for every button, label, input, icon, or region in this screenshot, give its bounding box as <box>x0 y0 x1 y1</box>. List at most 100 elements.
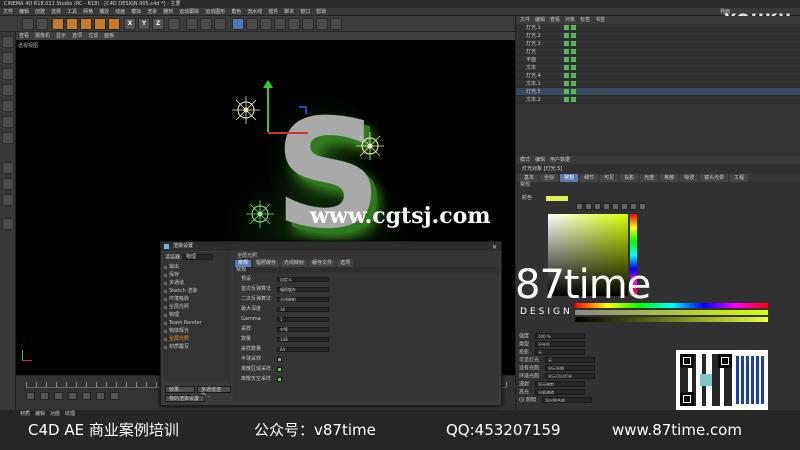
menu-item[interactable]: 文件 <box>0 8 16 15</box>
z-axis-handle[interactable] <box>299 106 307 114</box>
rotate-tool-icon[interactable] <box>94 18 106 30</box>
rgb-icon[interactable] <box>603 203 610 210</box>
select-tool-icon[interactable] <box>52 18 64 30</box>
move-tool-icon[interactable] <box>66 18 78 30</box>
axis-mode-icon[interactable] <box>2 178 14 190</box>
object-row[interactable]: 文本.1 <box>516 80 800 88</box>
object-row[interactable]: 灯光 <box>516 48 800 56</box>
gi-setting-checkbox[interactable] <box>277 357 282 362</box>
omni-light-icon[interactable] <box>356 132 384 160</box>
menu-item[interactable]: 运动跟踪 <box>176 8 202 15</box>
redo-icon[interactable] <box>36 18 48 30</box>
setting-field[interactable]: 100 % <box>535 333 586 339</box>
render-check-icon[interactable] <box>571 49 576 54</box>
viewport-menu-item[interactable]: 显示 <box>53 32 69 40</box>
gi-setting-field[interactable]: 中等 <box>277 327 329 332</box>
menu-item[interactable]: 流水线 <box>244 8 265 15</box>
render-check-icon[interactable] <box>571 25 576 30</box>
gi-setting-checkbox[interactable] <box>277 377 282 382</box>
coordinate-system-icon[interactable] <box>168 18 180 30</box>
menu-item[interactable]: 渲染 <box>144 8 160 15</box>
viewport-menu-item[interactable]: 选项 <box>69 32 85 40</box>
y-axis-handle[interactable] <box>267 82 269 132</box>
scale-tool-icon[interactable] <box>80 18 92 30</box>
viewport-menu-item[interactable]: 摄像机 <box>32 32 53 40</box>
render-picture-viewer-icon[interactable] <box>200 18 212 30</box>
attribute-subtab[interactable]: 常规 <box>560 174 579 182</box>
gi-setting-field[interactable]: 光线映射 <box>277 297 329 302</box>
render-settings-item[interactable]: Sketch 渲染 <box>163 288 197 295</box>
swatches-icon[interactable] <box>639 203 646 210</box>
menu-item[interactable]: 网格 <box>80 8 96 15</box>
menu-item[interactable]: 角色 <box>228 8 244 15</box>
z-axis-lock-button[interactable]: Z <box>152 18 164 30</box>
viewport-menu-item[interactable]: 查看 <box>16 32 32 40</box>
pen-icon[interactable] <box>246 18 258 30</box>
omni-light-icon[interactable] <box>246 200 274 228</box>
gi-tab[interactable]: 缓存文件 <box>309 260 336 267</box>
gi-setting-field[interactable]: 64 <box>277 347 329 352</box>
render-check-icon[interactable] <box>571 57 576 62</box>
render-settings-item[interactable]: 全局光照 <box>163 304 189 311</box>
render-settings-item[interactable]: 物体辉光 <box>163 328 189 335</box>
attribute-subtab[interactable]: 可见 <box>600 174 619 182</box>
x-axis-handle[interactable] <box>268 132 308 134</box>
attribute-subtab[interactable]: 镜头光晕 <box>700 174 729 182</box>
visibility-check-icon[interactable] <box>564 49 569 54</box>
texture-mode-icon[interactable] <box>2 68 14 80</box>
hue-bar[interactable] <box>575 303 768 308</box>
workplane-icon[interactable] <box>2 84 14 96</box>
attribute-subtab[interactable]: 光度 <box>640 174 659 182</box>
gi-tab[interactable]: 辐照缓存 <box>253 260 280 267</box>
move-plus-icon[interactable] <box>108 18 120 30</box>
render-check-icon[interactable] <box>571 73 576 78</box>
object-menu-item[interactable]: 书签 <box>595 17 605 23</box>
material-tab[interactable]: 材质 <box>20 411 30 417</box>
render-check-icon[interactable] <box>571 81 576 86</box>
object-menu-item[interactable]: 编辑 <box>535 17 545 23</box>
deformer-icon[interactable] <box>288 18 300 30</box>
visibility-check-icon[interactable] <box>564 65 569 70</box>
object-row[interactable]: 灯光.4 <box>516 72 800 80</box>
play-icon[interactable] <box>53 392 63 400</box>
setting-field[interactable]: 显示光照 <box>545 365 596 371</box>
image-picker-icon[interactable] <box>594 203 601 210</box>
attribute-subtab[interactable]: 焦散 <box>660 174 679 182</box>
viewport-menu-item[interactable]: 过滤 <box>85 32 101 40</box>
object-menu-item[interactable]: 文件 <box>520 17 530 23</box>
object-row[interactable]: 灯光.2 <box>516 32 800 40</box>
edges-mode-icon[interactable] <box>2 116 14 128</box>
render-check-icon[interactable] <box>571 89 576 94</box>
render-settings-item[interactable]: 输出 <box>163 264 179 271</box>
gi-setting-field[interactable]: 辐照缓存 <box>277 287 329 292</box>
attribute-subtab[interactable]: 基本 <box>520 174 539 182</box>
preset-button[interactable]: 我的渲染设置 <box>165 395 205 402</box>
render-settings-icon[interactable] <box>214 18 226 30</box>
visibility-check-icon[interactable] <box>564 33 569 38</box>
array-icon[interactable] <box>274 18 286 30</box>
autokey-icon[interactable] <box>109 392 119 400</box>
goto-end-icon[interactable] <box>81 392 91 400</box>
undo-icon[interactable] <box>22 18 34 30</box>
setting-field[interactable]: 导出到合成 <box>541 397 592 403</box>
make-editable-icon[interactable] <box>2 36 14 48</box>
render-settings-item[interactable]: 物理 <box>163 312 179 319</box>
record-icon[interactable] <box>95 392 105 400</box>
render-check-icon[interactable] <box>571 33 576 38</box>
gi-setting-field[interactable]: 128 <box>277 337 329 342</box>
y-axis-lock-button[interactable]: Y <box>138 18 150 30</box>
cube-icon[interactable] <box>232 18 244 30</box>
gi-setting-field[interactable]: 自定义 <box>277 277 329 282</box>
value-bar[interactable] <box>575 317 768 322</box>
menu-item[interactable]: 工具 <box>64 8 80 15</box>
color-swatch[interactable] <box>546 196 568 201</box>
object-row[interactable]: 灯光.1 <box>516 24 800 32</box>
object-menu-item[interactable]: 查看 <box>550 17 560 23</box>
gi-setting-checkbox[interactable] <box>277 367 282 372</box>
gi-setting-field[interactable]: 16 <box>277 307 329 312</box>
lock-workplane-icon[interactable] <box>2 218 14 230</box>
gi-tab[interactable]: 光线映射 <box>281 260 308 267</box>
model-mode-icon[interactable] <box>2 52 14 64</box>
visibility-check-icon[interactable] <box>564 25 569 30</box>
object-row[interactable]: 灯光.3 <box>516 40 800 48</box>
